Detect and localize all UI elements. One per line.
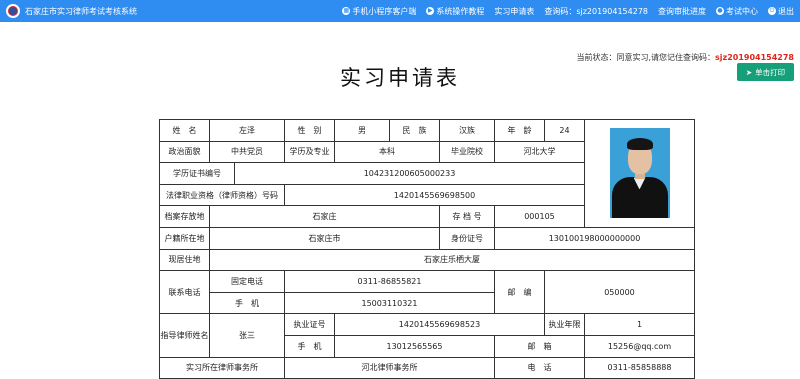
qualification-no-value: 1420145569698500 xyxy=(284,183,585,207)
nav-logout-label: 退出 xyxy=(778,6,794,16)
hukou-value: 石家庄市 xyxy=(209,226,440,250)
landline-value: 0311-86855821 xyxy=(284,270,495,293)
school-label: 毕业院校 xyxy=(439,140,495,164)
postcode-label: 邮 编 xyxy=(494,270,545,315)
firm-phone-label: 电 话 xyxy=(494,356,585,379)
age-value: 24 xyxy=(544,119,585,142)
mentor-years-value: 1 xyxy=(584,313,695,336)
firm-value: 河北律师事务所 xyxy=(284,356,495,379)
application-form-table: 姓 名 左泽 性 别 男 民 族 汉族 年 龄 24 政治面貌 中共党员 学历及… xyxy=(159,119,695,379)
nav-logout[interactable]: ⏻ 退出 xyxy=(768,6,794,17)
contact-label: 联系电话 xyxy=(159,270,210,315)
applicant-photo xyxy=(609,128,670,219)
power-icon: ⏻ xyxy=(768,7,776,15)
id-number-label: 身份证号 xyxy=(439,226,495,250)
qualification-no-label: 法律职业资格（律师资格）号码 xyxy=(159,183,285,207)
age-label: 年 龄 xyxy=(494,119,545,142)
nav-query-code[interactable]: 查询码：sjz201904154278 xyxy=(544,6,648,17)
page-title: 实习申请表 xyxy=(340,66,460,90)
nav-approval-progress-label: 查询审批进度 xyxy=(658,6,706,16)
mentor-mobile-value: 13012565565 xyxy=(334,334,495,358)
nav-exam-center-label: 考试中心 xyxy=(726,6,758,16)
nav-application-form[interactable]: 实习申请表 xyxy=(494,6,534,17)
gender-value: 男 xyxy=(334,119,390,142)
mentor-license-value: 1420145569698523 xyxy=(334,313,545,336)
archive-location-label: 档案存放地 xyxy=(159,205,210,228)
postcode-value: 050000 xyxy=(544,270,695,315)
name-label: 姓 名 xyxy=(159,119,210,142)
mentor-email-value: 15256@qq.com xyxy=(584,334,695,358)
nav-tutorial-label: 系统操作教程 xyxy=(436,6,485,16)
education-value: 本科 xyxy=(334,140,440,164)
nav-exam-center[interactable]: ● 考试中心 xyxy=(716,6,758,17)
top-nav-bar: 石家庄市实习律师考试考核系统 ▦ 手机小程序客户端 ▶ 系统操作教程 实习申请表… xyxy=(0,0,800,22)
political-value: 中共党员 xyxy=(209,140,285,164)
nav-query-code-label: 查询码：sjz201904154278 xyxy=(544,6,648,16)
archive-location-value: 石家庄 xyxy=(209,205,440,228)
file-no-label: 存 档 号 xyxy=(439,205,495,228)
query-code: sjz201904154278 xyxy=(715,53,794,62)
nav-tutorial[interactable]: ▶ 系统操作教程 xyxy=(426,6,484,17)
mentor-name: 张三 xyxy=(209,313,285,358)
education-label: 学历及专业 xyxy=(284,140,335,164)
hukou-label: 户籍所在地 xyxy=(159,226,210,250)
firm-phone-value: 0311-85858888 xyxy=(584,356,695,379)
app-title: 石家庄市实习律师考试考核系统 xyxy=(25,6,137,16)
id-number-value: 130100198000000000 xyxy=(494,226,695,250)
mentor-license-label: 执业证号 xyxy=(284,313,335,336)
ethnicity-value: 汉族 xyxy=(439,119,495,142)
gender-label: 性 别 xyxy=(284,119,335,142)
contact-mobile-label: 手 机 xyxy=(209,291,285,315)
mentor-mobile-label: 手 机 xyxy=(284,334,335,358)
ethnicity-label: 民 族 xyxy=(389,119,440,142)
mentor-years-label: 执业年限 xyxy=(544,313,585,336)
certificate-no-value: 104231200605000233 xyxy=(234,162,585,185)
nav-application-form-label: 实习申请表 xyxy=(494,6,535,16)
status-prefix: 当前状态：同意实习,请您记住查询码： xyxy=(576,53,716,62)
landline-label: 固定电话 xyxy=(209,270,285,293)
residence-value: 石家庄乐栖大厦 xyxy=(209,248,695,272)
political-label: 政治面貌 xyxy=(159,140,210,164)
play-icon: ▶ xyxy=(426,7,435,15)
user-icon: ● xyxy=(716,7,724,15)
name-value: 左泽 xyxy=(209,119,285,142)
firm-label: 实习所在律师事务所 xyxy=(159,356,285,379)
certificate-no-label: 学历证书编号 xyxy=(159,162,235,185)
nav-menu: ▦ 手机小程序客户端 ▶ 系统操作教程 实习申请表 查询码：sjz2019041… xyxy=(342,0,794,22)
nav-mini-program-label: 手机小程序客户端 xyxy=(352,6,417,16)
mentor-label: 指导律师姓名 xyxy=(159,313,210,358)
contact-mobile-value: 15003110321 xyxy=(284,291,495,315)
residence-label: 现居住地 xyxy=(159,248,210,272)
file-no-value: 000105 xyxy=(494,205,585,228)
nav-approval-progress[interactable]: 查询审批进度 xyxy=(658,6,706,17)
photo-cell xyxy=(584,119,695,228)
qrcode-icon: ▦ xyxy=(342,7,351,15)
mentor-email-label: 邮 箱 xyxy=(494,334,585,358)
logo-icon xyxy=(6,4,20,18)
nav-mini-program[interactable]: ▦ 手机小程序客户端 xyxy=(342,6,416,17)
school-value: 河北大学 xyxy=(494,140,585,164)
